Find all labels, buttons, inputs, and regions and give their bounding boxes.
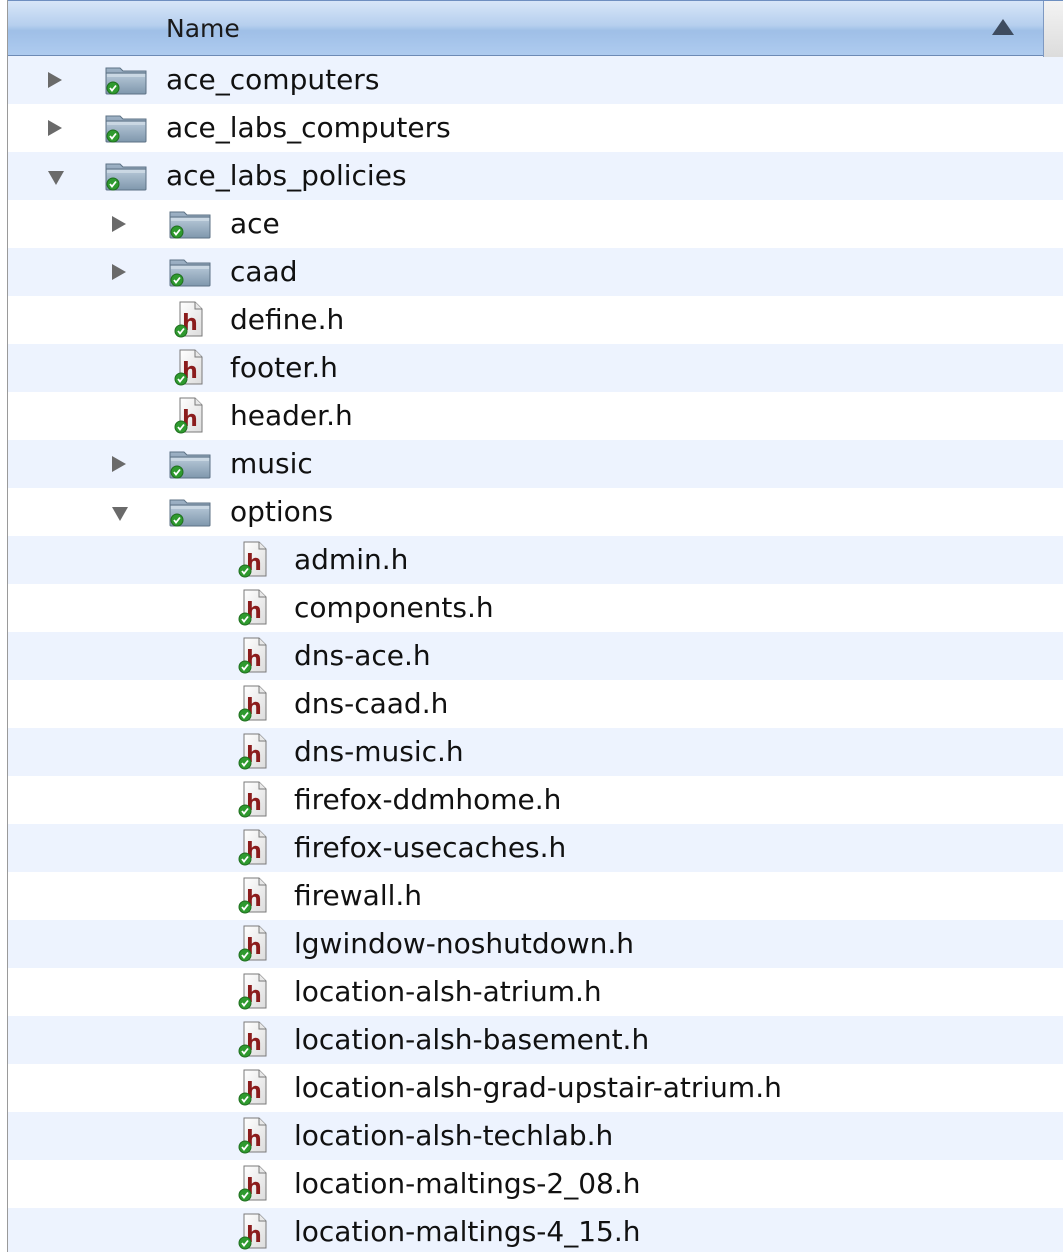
header-file-icon: h bbox=[238, 780, 268, 818]
file-row[interactable]: h header.h bbox=[8, 392, 1063, 440]
file-row[interactable]: h footer.h bbox=[8, 344, 1063, 392]
window-left-edge bbox=[0, 0, 8, 1252]
item-name-label: location-alsh-basement.h bbox=[294, 1023, 650, 1056]
item-name-label: music bbox=[230, 447, 313, 480]
folder-row[interactable]: music bbox=[8, 440, 1063, 488]
header-file-icon: h bbox=[238, 636, 268, 674]
header-file-icon: h bbox=[238, 1068, 268, 1106]
file-row[interactable]: h admin.h bbox=[8, 536, 1063, 584]
item-name-label: define.h bbox=[230, 303, 345, 336]
column-header[interactable]: Name bbox=[8, 0, 1063, 57]
folder-row[interactable]: options bbox=[8, 488, 1063, 536]
folder-icon bbox=[104, 160, 148, 192]
item-name-label: options bbox=[230, 495, 334, 528]
item-name-label: firewall.h bbox=[294, 879, 423, 912]
file-row[interactable]: h location-alsh-atrium.h bbox=[8, 968, 1063, 1016]
folder-icon bbox=[104, 64, 148, 96]
header-file-icon: h bbox=[238, 1116, 268, 1154]
file-row[interactable]: h dns-ace.h bbox=[8, 632, 1063, 680]
file-row[interactable]: h define.h bbox=[8, 296, 1063, 344]
header-file-icon: h bbox=[238, 924, 268, 962]
next-column-header[interactable] bbox=[1044, 1, 1063, 57]
header-file-icon: h bbox=[238, 828, 268, 866]
header-file-icon: h bbox=[238, 1212, 268, 1250]
item-name-label: caad bbox=[230, 255, 298, 288]
item-name-label: ace_labs_computers bbox=[166, 111, 451, 144]
file-row[interactable]: h dns-caad.h bbox=[8, 680, 1063, 728]
header-file-icon: h bbox=[238, 1164, 268, 1202]
item-name-label: firefox-usecaches.h bbox=[294, 831, 567, 864]
folder-row[interactable]: caad bbox=[8, 248, 1063, 296]
item-name-label: footer.h bbox=[230, 351, 338, 384]
folder-icon bbox=[168, 496, 212, 528]
disclosure-expanded-icon[interactable] bbox=[48, 171, 64, 185]
disclosure-collapsed-icon[interactable] bbox=[112, 216, 126, 232]
file-row[interactable]: h components.h bbox=[8, 584, 1063, 632]
item-name-label: dns-ace.h bbox=[294, 639, 431, 672]
item-name-label: location-alsh-techlab.h bbox=[294, 1119, 614, 1152]
disclosure-collapsed-icon[interactable] bbox=[112, 456, 126, 472]
folder-icon bbox=[168, 256, 212, 288]
folder-row[interactable]: ace_computers bbox=[8, 56, 1063, 104]
folder-row[interactable]: ace_labs_computers bbox=[8, 104, 1063, 152]
item-name-label: header.h bbox=[230, 399, 353, 432]
header-file-icon: h bbox=[174, 396, 204, 434]
header-file-icon: h bbox=[238, 972, 268, 1010]
file-row[interactable]: h location-alsh-grad-upstair-atrium.h bbox=[8, 1064, 1063, 1112]
item-name-label: dns-music.h bbox=[294, 735, 464, 768]
item-name-label: firefox-ddmhome.h bbox=[294, 783, 562, 816]
sort-ascending-icon[interactable] bbox=[992, 19, 1014, 35]
header-file-icon: h bbox=[238, 588, 268, 626]
header-file-icon: h bbox=[174, 348, 204, 386]
folder-row[interactable]: ace_labs_policies bbox=[8, 152, 1063, 200]
item-name-label: components.h bbox=[294, 591, 494, 624]
folder-icon bbox=[104, 112, 148, 144]
file-row[interactable]: h location-maltings-2_08.h bbox=[8, 1160, 1063, 1208]
header-file-icon: h bbox=[174, 300, 204, 338]
item-name-label: lgwindow-noshutdown.h bbox=[294, 927, 635, 960]
folder-icon bbox=[168, 448, 212, 480]
disclosure-collapsed-icon[interactable] bbox=[48, 120, 62, 136]
file-row[interactable]: h firewall.h bbox=[8, 872, 1063, 920]
file-row[interactable]: h location-alsh-basement.h bbox=[8, 1016, 1063, 1064]
disclosure-collapsed-icon[interactable] bbox=[48, 72, 62, 88]
file-browser-window: Name ace_computers ace_labs_computers ace_… bbox=[0, 0, 1063, 1252]
item-name-label: ace bbox=[230, 207, 280, 240]
file-row[interactable]: h location-maltings-4_15.h bbox=[8, 1208, 1063, 1252]
item-name-label: admin.h bbox=[294, 543, 409, 576]
name-column-header[interactable]: Name bbox=[166, 1, 240, 57]
item-name-label: location-alsh-grad-upstair-atrium.h bbox=[294, 1071, 782, 1104]
item-name-label: location-maltings-2_08.h bbox=[294, 1167, 641, 1200]
file-row[interactable]: h firefox-usecaches.h bbox=[8, 824, 1063, 872]
header-file-icon: h bbox=[238, 684, 268, 722]
item-name-label: location-alsh-atrium.h bbox=[294, 975, 602, 1008]
file-row[interactable]: h location-alsh-techlab.h bbox=[8, 1112, 1063, 1160]
item-name-label: dns-caad.h bbox=[294, 687, 449, 720]
folder-icon bbox=[168, 208, 212, 240]
header-file-icon: h bbox=[238, 732, 268, 770]
file-row[interactable]: h lgwindow-noshutdown.h bbox=[8, 920, 1063, 968]
file-list: ace_computers ace_labs_computers ace_labs_… bbox=[8, 56, 1063, 1252]
folder-row[interactable]: ace bbox=[8, 200, 1063, 248]
file-row[interactable]: h dns-music.h bbox=[8, 728, 1063, 776]
item-name-label: ace_labs_policies bbox=[166, 159, 407, 192]
disclosure-expanded-icon[interactable] bbox=[112, 507, 128, 521]
item-name-label: location-maltings-4_15.h bbox=[294, 1215, 641, 1248]
item-name-label: ace_computers bbox=[166, 63, 380, 96]
header-file-icon: h bbox=[238, 876, 268, 914]
header-file-icon: h bbox=[238, 1020, 268, 1058]
disclosure-collapsed-icon[interactable] bbox=[112, 264, 126, 280]
file-row[interactable]: h firefox-ddmhome.h bbox=[8, 776, 1063, 824]
header-file-icon: h bbox=[238, 540, 268, 578]
